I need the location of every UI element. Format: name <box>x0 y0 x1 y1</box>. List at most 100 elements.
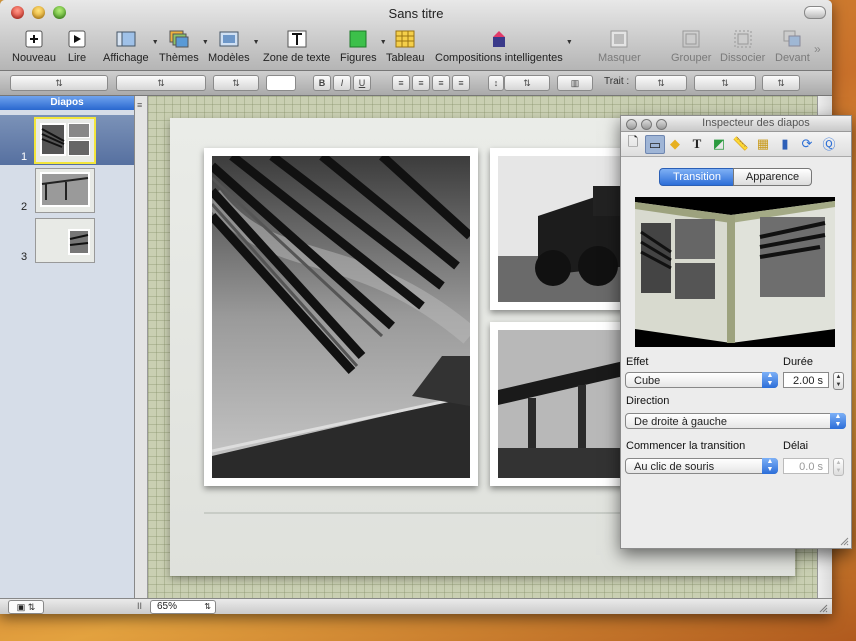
slide-inspector-panel: Inspecteur des diapos 🗋 ▭ ◆ T ◩ 📏 ▦ ▮ ⟳ … <box>620 115 852 549</box>
stroke-color-popup[interactable]: ⇅ <box>762 75 800 91</box>
photo-overpass[interactable] <box>490 322 636 486</box>
delai-stepper[interactable]: ▲ ▼ <box>833 458 844 476</box>
inspector-close-button[interactable] <box>626 119 637 130</box>
style-popup[interactable]: ⇅ <box>10 75 108 91</box>
slide-thumbnail[interactable] <box>35 168 95 213</box>
format-bar: ⇅ ⇅ ⇅ B I U ≡ ≡ ≡ ≡ ↕ ⇅ ▥ Trait : ⇅ ⇅ ⇅ <box>0 71 832 96</box>
navigator-view-popup[interactable]: ▣ ⇅ <box>8 600 44 614</box>
photo-bridge-beams[interactable] <box>204 148 478 486</box>
splitter-grip-icon[interactable]: II <box>137 601 142 611</box>
stroke-style-popup[interactable]: ⇅ <box>635 75 687 91</box>
chevron-updown-icon: ▲ ▼ <box>762 458 778 474</box>
grouper-button[interactable]: Grouper <box>671 30 711 64</box>
overflow-chevron-icon[interactable]: » <box>814 42 821 56</box>
inspector-zoom-button[interactable] <box>656 119 667 130</box>
overpass-image <box>498 330 628 478</box>
font-size-popup[interactable]: ⇅ <box>213 75 259 91</box>
duree-stepper[interactable]: ▲ ▼ <box>833 372 844 390</box>
modeles-label: Modèles <box>208 52 250 64</box>
title-bar: Sans titre Nouveau Lire Affichage ▼ Thèm… <box>0 0 832 71</box>
direction-value: De droite à gauche <box>634 416 727 428</box>
slide-navigator: Diapos 1 2 3 <box>0 96 135 598</box>
build-inspector-icon[interactable]: ◆ <box>666 135 684 152</box>
line-spacing-popup[interactable]: ⇅ <box>504 75 550 91</box>
italic-button[interactable]: I <box>333 75 351 91</box>
bring-front-icon <box>783 30 801 47</box>
transition-preview <box>635 197 835 347</box>
window-title: Sans titre <box>388 6 444 21</box>
navigator-splitter[interactable]: ≡ <box>135 96 148 598</box>
align-center-button[interactable]: ≡ <box>412 75 430 91</box>
commencer-value: Au clic de souris <box>634 461 715 473</box>
columns-popup[interactable]: ▥ <box>557 75 593 91</box>
line-spacing-icon[interactable]: ↕ <box>488 75 504 91</box>
effet-popup[interactable]: Cube ▲ ▼ <box>625 372 778 388</box>
slide-thumbnail-row[interactable]: 3 <box>0 215 134 265</box>
direction-label: Direction <box>626 395 670 407</box>
tractor-image <box>498 156 628 302</box>
slide-inspector-icon[interactable]: ▭ <box>645 135 665 154</box>
slide-number: 1 <box>21 151 28 163</box>
metrics-inspector-icon[interactable]: 📏 <box>732 135 750 152</box>
inspector-resize-grip-icon[interactable] <box>839 536 849 546</box>
slide-thumbnail-row[interactable]: 1 <box>0 115 134 165</box>
figures-button[interactable]: Figures ▼ <box>340 30 387 64</box>
bold-button[interactable]: B <box>313 75 331 91</box>
tableau-button[interactable]: Tableau <box>386 30 425 64</box>
mask-icon <box>610 30 628 48</box>
chart-inspector-icon[interactable]: ▮ <box>776 135 794 152</box>
play-icon <box>68 30 86 48</box>
hyperlink-inspector-icon[interactable]: ⟳ <box>798 135 816 152</box>
justify-button[interactable]: ≡ <box>452 75 470 91</box>
duree-field[interactable]: 2.00 s <box>783 372 829 388</box>
graphic-inspector-icon[interactable]: ◩ <box>710 135 728 152</box>
stroke-width-popup[interactable]: ⇅ <box>694 75 756 91</box>
tab-transition[interactable]: Transition <box>659 168 735 186</box>
chevron-updown-icon: ▲ ▼ <box>830 413 846 429</box>
navigator-menu-icon[interactable]: ≡ <box>137 100 142 110</box>
themes-icon <box>169 30 189 48</box>
quicktime-inspector-icon[interactable]: Ⓠ <box>820 135 838 152</box>
compositions-button[interactable]: Compositions intelligentes ▼ <box>435 30 573 64</box>
grouper-label: Grouper <box>671 52 712 64</box>
toolbar-toggle-button[interactable] <box>804 6 826 19</box>
nouveau-button[interactable]: Nouveau <box>12 30 56 64</box>
dissocier-button[interactable]: Dissocier <box>720 30 765 64</box>
chevron-down-icon: ▼ <box>252 39 260 46</box>
masters-icon <box>219 31 239 47</box>
direction-popup[interactable]: De droite à gauche ▲ ▼ <box>625 413 846 429</box>
slide-thumbnail-row[interactable]: 2 <box>0 165 134 215</box>
ungroup-icon <box>734 30 752 48</box>
commencer-popup[interactable]: Au clic de souris ▲ ▼ <box>625 458 778 474</box>
text-inspector-icon[interactable]: T <box>688 135 706 152</box>
underline-button[interactable]: U <box>353 75 371 91</box>
align-right-button[interactable]: ≡ <box>432 75 450 91</box>
lire-button[interactable]: Lire <box>67 30 87 64</box>
delai-field[interactable]: 0.0 s <box>783 458 829 474</box>
text-color-well[interactable] <box>266 75 296 91</box>
bridge-beams-image <box>212 156 470 478</box>
zone-texte-button[interactable]: Zone de texte <box>263 30 330 64</box>
shapes-icon <box>349 30 367 48</box>
themes-button[interactable]: Thèmes ▼ <box>159 30 209 64</box>
table-inspector-icon[interactable]: ▦ <box>754 135 772 152</box>
inspector-tab-bar: 🗋 ▭ ◆ T ◩ 📏 ▦ ▮ ⟳ Ⓠ <box>621 132 851 157</box>
document-inspector-icon[interactable]: 🗋 <box>624 134 642 152</box>
tab-apparence[interactable]: Apparence <box>733 168 812 186</box>
text-box-icon <box>287 30 307 48</box>
slide-thumbnail[interactable] <box>34 117 96 164</box>
zoom-popup[interactable]: 65% ⇅ <box>150 600 216 614</box>
modeles-button[interactable]: Modèles ▼ <box>208 30 260 64</box>
affichage-button[interactable]: Affichage ▼ <box>103 30 159 64</box>
masquer-button[interactable]: Masquer <box>598 30 641 64</box>
zone-texte-label: Zone de texte <box>263 52 331 64</box>
inspector-minimize-button[interactable] <box>641 119 652 130</box>
devant-button[interactable]: Devant <box>775 30 810 64</box>
trait-label: Trait : <box>604 76 630 87</box>
font-family-popup[interactable]: ⇅ <box>116 75 206 91</box>
slide-thumbnail[interactable] <box>35 218 95 263</box>
align-left-button[interactable]: ≡ <box>392 75 410 91</box>
resize-grip-icon[interactable] <box>818 603 828 613</box>
smart-builds-icon <box>492 31 505 47</box>
photo-tractor[interactable] <box>490 148 636 310</box>
